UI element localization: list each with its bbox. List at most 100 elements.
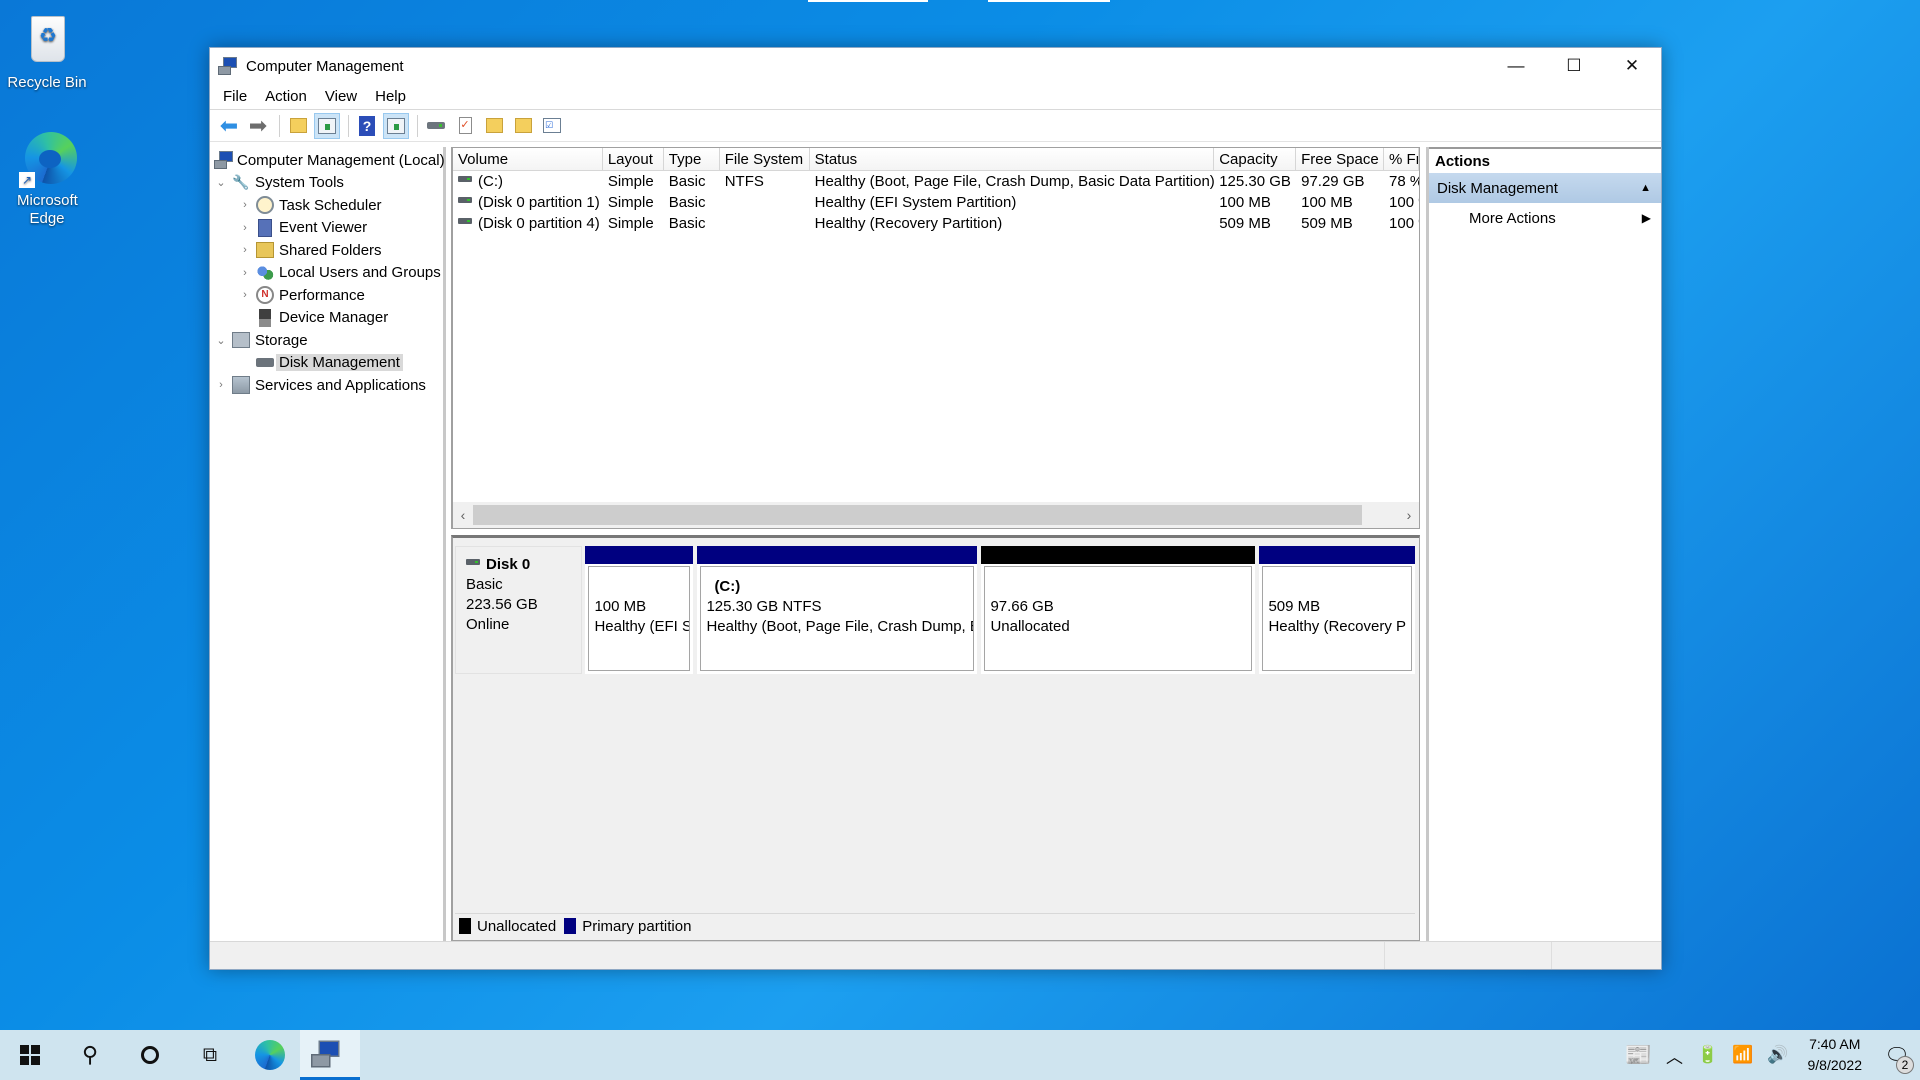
chevron-right-icon[interactable]: › (238, 267, 252, 279)
column-header-layout[interactable]: Layout (602, 148, 664, 170)
tree-node-local-users[interactable]: › Local Users and Groups (210, 262, 443, 285)
partition-recovery[interactable]: 509 MB Healthy (Recovery P (1259, 546, 1415, 674)
news-widget-icon[interactable]: 📰 (1618, 1042, 1659, 1068)
column-header-type[interactable]: Type (663, 148, 720, 170)
battery-icon[interactable]: 🔋 (1690, 1045, 1725, 1065)
forward-button[interactable]: ➡ (245, 113, 271, 139)
desktop-icon-recycle-bin[interactable]: Recycle Bin (4, 10, 90, 92)
column-header-free-space[interactable]: Free Space (1296, 148, 1385, 170)
show-hidden-icons-chevron-icon[interactable]: ︿ (1659, 1043, 1690, 1068)
menu-action[interactable]: Action (256, 88, 316, 105)
chevron-right-icon[interactable]: › (238, 199, 252, 211)
menu-view[interactable]: View (316, 88, 366, 105)
action-center-button[interactable]: 🗨 2 (1874, 1043, 1920, 1074)
title-bar[interactable]: Computer Management — ☐ ✕ (210, 48, 1661, 84)
action-more-actions[interactable]: More Actions ▶ (1429, 203, 1661, 233)
tree-node-shared-folders[interactable]: › Shared Folders (210, 239, 443, 262)
taskbar-computer-management[interactable] (300, 1030, 360, 1080)
volume-percent-free: 100 % (1389, 194, 1419, 211)
tree-node-performance[interactable]: › N Performance (210, 284, 443, 307)
column-header-file-system[interactable]: File System (719, 148, 810, 170)
chevron-right-icon[interactable]: › (238, 222, 252, 234)
scroll-right-button[interactable]: › (1399, 507, 1419, 523)
volume-row[interactable]: (Disk 0 partition 1) Simple Basic Health… (453, 192, 1419, 213)
computer-management-icon (311, 1040, 341, 1067)
computer-management-window: Computer Management — ☐ ✕ File Action Vi… (209, 47, 1662, 970)
background-window-edge (988, 0, 1110, 2)
help-button[interactable]: ? (354, 113, 380, 139)
chevron-right-icon[interactable]: › (238, 289, 252, 301)
chevron-right-icon[interactable]: › (214, 379, 228, 391)
tree-node-system-tools[interactable]: ⌄ 🔧 System Tools (210, 172, 443, 195)
collapse-up-icon[interactable]: ▲ (1640, 182, 1651, 194)
disk-info[interactable]: Disk 0 Basic 223.56 GB Online (455, 546, 583, 674)
actions-section-disk-management[interactable]: Disk Management ▲ (1429, 173, 1661, 203)
background-window-edge (808, 0, 928, 2)
menu-file[interactable]: File (214, 88, 256, 105)
tree-node-label: Performance (279, 286, 365, 304)
legend: Unallocated Primary partition (455, 913, 1415, 938)
status-segment (1552, 942, 1661, 969)
partition-efi[interactable]: 100 MB Healthy (EFI S (585, 546, 694, 674)
horizontal-scrollbar[interactable]: ‹ › (453, 502, 1419, 528)
tree-node-disk-management[interactable]: Disk Management (210, 352, 443, 375)
tree-node-task-scheduler[interactable]: › Task Scheduler (210, 194, 443, 217)
clock[interactable]: 7:40 AM 9/8/2022 (1796, 1034, 1875, 1076)
chevron-down-icon[interactable]: ⌄ (214, 176, 228, 189)
users-icon (256, 263, 274, 282)
legend-swatch-primary (564, 918, 577, 934)
tree-node-device-manager[interactable]: Device Manager (210, 307, 443, 330)
partition-bar (981, 546, 1256, 564)
volume-row[interactable]: (Disk 0 partition 4) Simple Basic Health… (453, 213, 1419, 234)
show-hide-console-tree-button[interactable] (314, 112, 340, 139)
scroll-thumb[interactable] (473, 505, 1362, 525)
partition-unallocated[interactable]: 97.66 GB Unallocated (981, 546, 1256, 674)
volume-layout: Simple (607, 215, 654, 232)
tree-node-services-applications[interactable]: › Services and Applications (210, 374, 443, 397)
legend-label: Primary partition (582, 917, 692, 935)
tree-node-storage[interactable]: ⌄ Storage (210, 329, 443, 352)
cortana-button[interactable] (120, 1030, 180, 1080)
tree-node-root[interactable]: Computer Management (Local) (210, 149, 445, 172)
connect-drive-button[interactable] (423, 113, 449, 139)
close-button[interactable]: ✕ (1603, 48, 1661, 84)
desktop-icon-edge[interactable]: ↗ Microsoft Edge (4, 128, 90, 228)
wifi-icon[interactable]: 📶 (1725, 1045, 1760, 1065)
toolbar-separator (417, 114, 418, 137)
column-header-percent-free[interactable]: % Fr (1384, 148, 1419, 170)
folder-export-icon (485, 118, 503, 133)
chevron-right-icon[interactable]: › (238, 244, 252, 256)
search-button[interactable]: ⚲ (60, 1030, 120, 1080)
start-button[interactable] (0, 1030, 60, 1080)
up-one-level-button[interactable] (285, 113, 311, 139)
chevron-down-icon[interactable]: ⌄ (214, 334, 228, 347)
menu-help[interactable]: Help (366, 88, 415, 105)
export-button[interactable] (481, 113, 507, 139)
window-title: Computer Management (246, 57, 404, 75)
show-hide-action-pane-button[interactable] (383, 112, 409, 139)
scroll-left-button[interactable]: ‹ (453, 507, 473, 523)
taskbar-edge[interactable] (240, 1030, 300, 1080)
find-button[interactable] (510, 113, 536, 139)
device-manager-icon (256, 308, 274, 327)
volume-status: Healthy (EFI System Partition) (814, 194, 1017, 211)
maximize-button[interactable]: ☐ (1545, 48, 1603, 84)
tree-node-event-viewer[interactable]: › Event Viewer (210, 217, 443, 240)
task-view-button[interactable]: ⧉ (180, 1030, 240, 1080)
minimize-button[interactable]: — (1487, 48, 1545, 84)
column-header-status[interactable]: Status (809, 148, 1215, 170)
volume-capacity: 125.30 GB (1219, 173, 1291, 190)
back-button[interactable]: ⬅ (216, 113, 242, 139)
volume-icon[interactable]: 🔊 (1760, 1045, 1795, 1065)
volume-icon (458, 176, 472, 183)
settings-button[interactable]: ☑ (539, 113, 565, 139)
volume-row[interactable]: (C:) Simple Basic NTFS Healthy (Boot, Pa… (453, 171, 1419, 192)
disk-type: Basic (466, 576, 503, 593)
partition-c[interactable]: (C:) 125.30 GB NTFS Healthy (Boot, Page … (697, 546, 978, 674)
volume-icon (458, 197, 472, 204)
column-header-capacity[interactable]: Capacity (1214, 148, 1297, 170)
legend-swatch-unallocated (459, 918, 471, 934)
column-header-volume[interactable]: Volume (453, 148, 603, 170)
scroll-track[interactable] (473, 505, 1399, 525)
properties-button[interactable]: ✓ (452, 113, 478, 139)
